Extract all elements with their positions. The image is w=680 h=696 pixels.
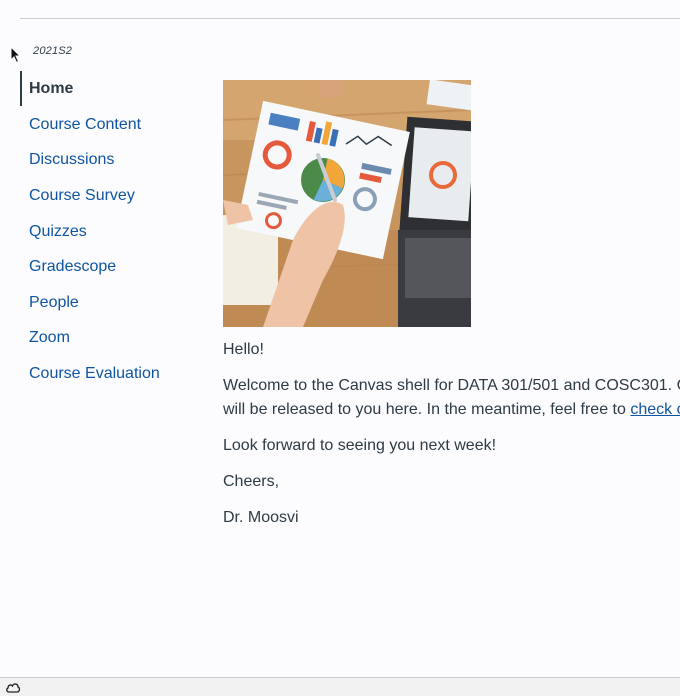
course-navigation: Home Course Content Discussions Course S… (20, 71, 200, 391)
term-label: 2021S2 (33, 45, 73, 57)
header-divider (20, 18, 680, 19)
look-forward-text: Look forward to seeing you next week! (223, 437, 497, 454)
nav-item-gradescope: Gradescope (20, 249, 200, 285)
nav-link-people[interactable]: People (20, 285, 79, 320)
mouse-pointer-icon (10, 46, 22, 64)
nav-item-discussions: Discussions (20, 142, 200, 178)
nav-item-zoom: Zoom (20, 320, 200, 356)
cheers-text: Cheers, (223, 473, 280, 490)
signature-text: Dr. Moosvi (223, 509, 299, 526)
hero-illustration (223, 80, 471, 327)
nav-item-course-content: Course Content (20, 107, 200, 143)
check-out-link[interactable]: check ou (630, 401, 680, 418)
canvas-course-page: 2021S2 Home Course Content Discussions C… (0, 0, 680, 696)
nav-link-gradescope[interactable]: Gradescope (20, 249, 116, 284)
greeting-text: Hello! (223, 341, 264, 358)
welcome-line-1: Welcome to the Canvas shell for DATA 301… (223, 377, 680, 394)
nav-item-course-survey: Course Survey (20, 178, 200, 214)
nav-item-people: People (20, 285, 200, 321)
nav-link-course-content[interactable]: Course Content (20, 107, 141, 142)
nav-item-home: Home (20, 71, 200, 107)
nav-link-course-evaluation[interactable]: Course Evaluation (20, 356, 160, 391)
nav-link-home[interactable]: Home (20, 71, 73, 107)
nav-item-quizzes: Quizzes (20, 213, 200, 249)
nav-link-discussions[interactable]: Discussions (20, 142, 114, 177)
cloud-icon[interactable] (5, 681, 21, 693)
welcome-paragraph: Welcome to the Canvas shell for DATA 301… (223, 374, 680, 422)
front-page-content: Hello! Welcome to the Canvas shell for D… (223, 338, 680, 542)
nav-link-quizzes[interactable]: Quizzes (20, 214, 87, 249)
status-bar (0, 677, 680, 696)
course-hero-image (223, 80, 471, 327)
welcome-line-2: will be released to you here. In the mea… (223, 401, 631, 418)
nav-item-course-evaluation: Course Evaluation (20, 356, 200, 392)
nav-link-zoom[interactable]: Zoom (20, 320, 70, 355)
nav-link-course-survey[interactable]: Course Survey (20, 178, 135, 213)
